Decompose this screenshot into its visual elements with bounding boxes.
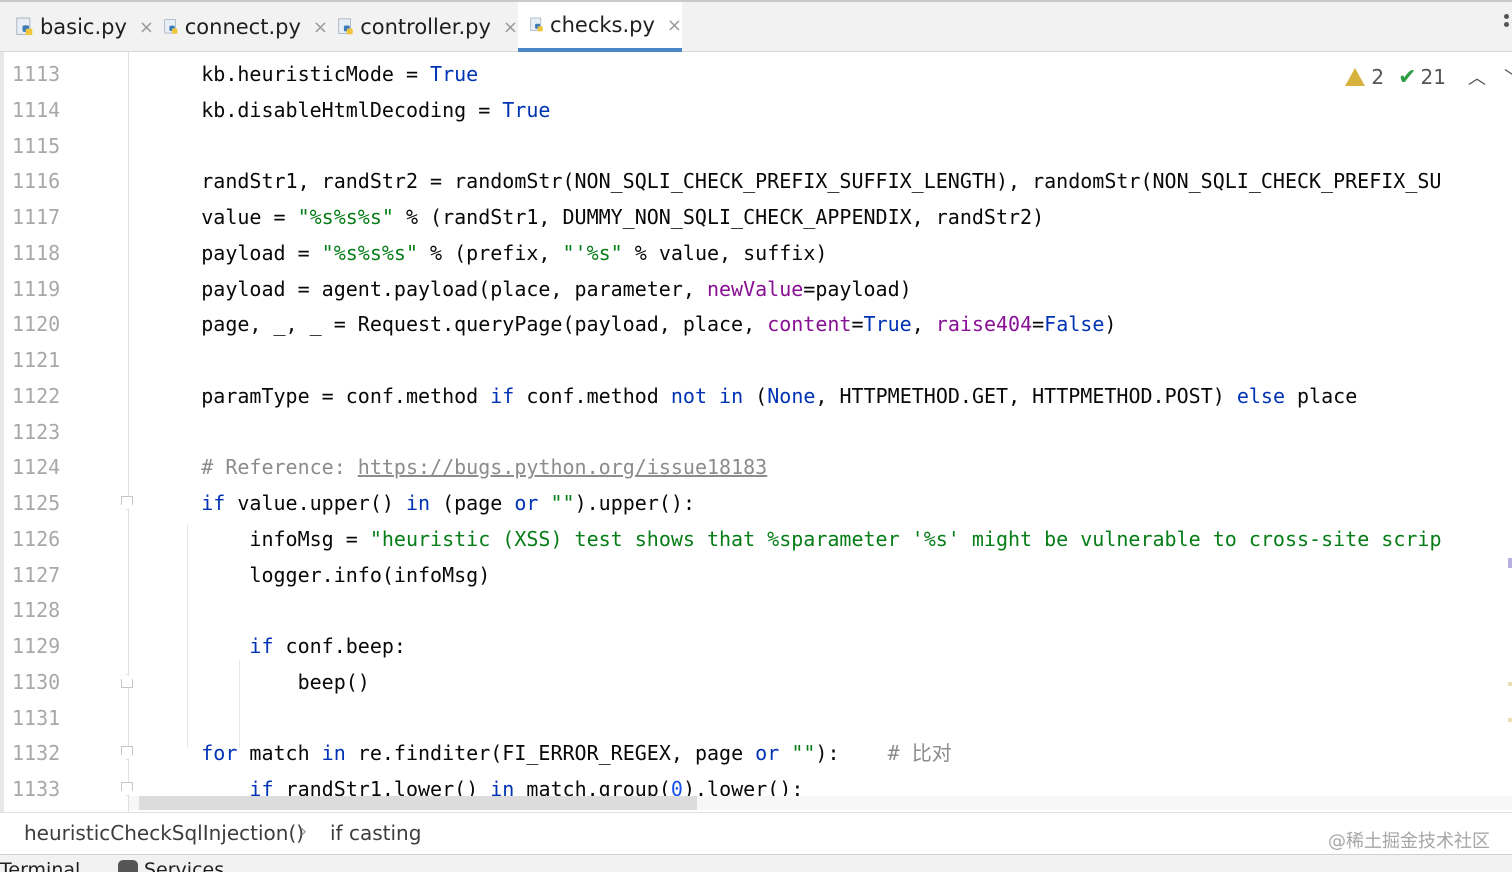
scroll-marker[interactable] — [1508, 718, 1512, 722]
line-number: 1117 — [12, 205, 61, 229]
code-line[interactable]: payload = "%s%s%s" % (prefix, "'%s" % va… — [129, 241, 827, 265]
check-icon: ✔ — [1398, 64, 1417, 90]
code-line[interactable]: kb.disableHtmlDecoding = True — [129, 98, 550, 122]
scroll-marker[interactable] — [1508, 682, 1512, 686]
tab-label: checks.py — [550, 13, 655, 37]
services-icon — [118, 860, 138, 872]
line-number: 1126 — [12, 526, 61, 551]
line-number: 1124 — [12, 455, 61, 480]
close-icon[interactable]: × — [667, 15, 682, 36]
python-file-icon — [16, 17, 33, 36]
line-number: 1129 — [12, 634, 61, 658]
line-number: 1133 — [12, 777, 61, 801]
tab-label: basic.py — [39, 15, 127, 39]
code-line[interactable]: beep() — [129, 670, 370, 694]
code-line[interactable]: randStr1, randStr2 = randomStr(NON_SQLI_… — [129, 169, 1441, 193]
line-number: 1130 — [12, 669, 61, 694]
watermark: @稀土掘金技术社区 — [1328, 831, 1490, 852]
code-line[interactable]: # Reference: https://bugs.python.org/iss… — [129, 455, 767, 479]
line-number: 1125 — [12, 491, 61, 515]
tab-controller-py[interactable]: controller.py × — [326, 2, 518, 52]
python-file-icon — [338, 18, 353, 35]
line-number: 1115 — [12, 133, 61, 158]
code-line[interactable]: kb.heuristicMode = True — [129, 62, 478, 86]
line-number: 1131 — [12, 705, 61, 730]
scroll-marker[interactable] — [1508, 558, 1512, 568]
breadcrumb: heuristicCheckSqlInjection() › if castin… — [0, 812, 1512, 854]
line-number: 1118 — [12, 240, 61, 265]
inspection-widget[interactable]: 2 ✔ 21 ︿ ﹀ — [1345, 64, 1512, 90]
tab-connect-py[interactable]: connect.py × — [152, 2, 328, 52]
line-number: 1114 — [12, 97, 61, 122]
line-number: 1122 — [12, 383, 61, 408]
line-number: 1132 — [12, 741, 61, 766]
line-number: 1119 — [12, 276, 61, 301]
code-line[interactable]: value = "%s%s%s" % (randStr1, DUMMY_NON_… — [129, 205, 1044, 229]
tab-label: controller.py — [360, 15, 491, 39]
breadcrumb-block[interactable]: if casting — [330, 821, 421, 845]
editor-tab-bar: basic.py × connect.py × controller.py × … — [0, 0, 1512, 52]
tab-basic-py[interactable]: basic.py × — [4, 2, 154, 52]
horizontal-scrollbar[interactable] — [139, 796, 697, 810]
line-number: 1113 — [12, 62, 61, 86]
python-file-icon — [164, 19, 178, 34]
code-line[interactable]: paramType = conf.method if conf.method n… — [129, 384, 1357, 408]
close-icon[interactable]: × — [503, 17, 518, 38]
line-number: 1116 — [12, 169, 61, 194]
chevron-down-icon[interactable]: ﹀ — [1504, 64, 1512, 90]
code-line[interactable]: infoMsg = "heuristic (XSS) test shows th… — [129, 527, 1441, 551]
tab-overflow-icon[interactable] — [1504, 14, 1510, 38]
warning-count: 2 — [1371, 65, 1385, 89]
code-line[interactable]: logger.info(infoMsg) — [129, 563, 490, 587]
code-line[interactable]: payload = agent.payload(place, parameter… — [129, 277, 911, 301]
line-number: 1120 — [12, 312, 61, 337]
line-number: 1121 — [12, 348, 61, 372]
code-line[interactable]: if conf.beep: — [129, 634, 406, 658]
line-number: 1128 — [12, 598, 61, 623]
services-tool-tab[interactable]: Services — [118, 859, 224, 872]
warning-icon — [1345, 68, 1366, 86]
check-count: 21 — [1420, 65, 1446, 89]
code-line[interactable]: for match in re.finditer(FI_ERROR_REGEX,… — [129, 741, 952, 765]
tab-label: connect.py — [184, 15, 301, 39]
bottom-tool-bar: Terminal Services — [0, 854, 1512, 872]
line-number: 1127 — [12, 562, 61, 587]
services-label: Services — [144, 859, 225, 872]
chevron-up-icon[interactable]: ︿ — [1468, 64, 1486, 90]
breadcrumb-function[interactable]: heuristicCheckSqlInjection() — [24, 821, 304, 845]
code-line[interactable]: if randStr1.lower() in match.group(0).lo… — [129, 777, 803, 796]
tab-checks-py[interactable]: checks.py × — [518, 2, 682, 52]
python-file-icon — [530, 17, 543, 32]
line-number: 1123 — [12, 419, 61, 444]
code-editor[interactable]: kb.heuristicMode = True kb.disableHtmlDe… — [129, 52, 1512, 796]
code-line[interactable]: page, _, _ = Request.queryPage(payload, … — [129, 312, 1116, 336]
code-line[interactable]: if value.upper() in (page or "").upper()… — [129, 491, 695, 515]
terminal-tool-tab[interactable]: Terminal — [0, 859, 80, 872]
chevron-right-icon: › — [300, 821, 308, 842]
